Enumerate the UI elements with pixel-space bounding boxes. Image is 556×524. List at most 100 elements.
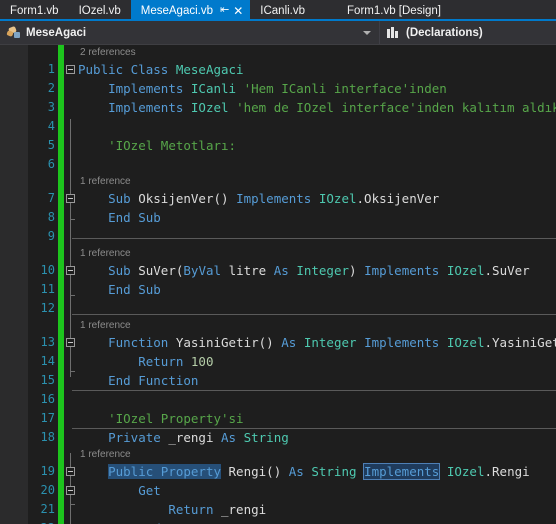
code-text: End Sub (108, 210, 161, 225)
class-dropdown-label: MeseAgaci (26, 26, 87, 39)
line-number: 11 (40, 282, 55, 296)
chevron-down-icon[interactable] (363, 30, 371, 35)
tab-form1-vb[interactable]: Form1.vb (0, 0, 69, 21)
code-text: End Get (78, 519, 191, 524)
codelens-row[interactable]: 2 references (0, 45, 556, 60)
line-number: 20 (40, 483, 55, 497)
line-number: 18 (40, 430, 55, 444)
line-number: 10 (40, 263, 55, 277)
visual-studio-editor-window: Form1.vb IOzel.vb MeseAgaci.vb ⇥ ✕ ICanl… (0, 0, 556, 524)
class-dropdown[interactable]: MeseAgaci (0, 21, 379, 44)
code-text: 'IOzel Property'si (108, 411, 244, 426)
code-text: Public Property Rengi() As String Implem… (108, 463, 530, 480)
selected-text: Public Property (108, 464, 221, 479)
code-line-row[interactable]: 13 Function YasiniGetir() As Integer Imp… (0, 333, 556, 352)
codelens-row[interactable]: 1 reference (0, 447, 556, 462)
code-line-row[interactable]: 9 (0, 227, 556, 246)
fold-toggle-icon[interactable] (66, 486, 75, 495)
code-line-row[interactable]: 14 Return 100 (0, 352, 556, 371)
code-text: Sub SuVer(ByVal litre As Integer) Implem… (108, 263, 530, 278)
code-line-row[interactable]: 22 End Get (0, 519, 556, 524)
fold-toggle-icon[interactable] (66, 65, 75, 74)
code-lines-layer: 2 references 1 Public Class MeseAgaci 2 … (0, 45, 556, 524)
code-line-row[interactable]: 6 (0, 155, 556, 174)
code-line-row[interactable]: 10 Sub SuVer(ByVal litre As Integer) Imp… (0, 261, 556, 280)
tab-label: ICanli.vb (260, 4, 306, 17)
pin-icon[interactable]: ⇥ (220, 4, 229, 16)
code-line-row[interactable]: 15 End Function (0, 371, 556, 390)
code-text: Function YasiniGetir() As Integer Implem… (108, 335, 556, 350)
fold-toggle-icon[interactable] (66, 467, 75, 476)
codelens-row[interactable]: 1 reference (0, 246, 556, 261)
code-line-row[interactable]: 20 Get (0, 481, 556, 500)
code-line-row[interactable]: 5 'IOzel Metotları: (0, 136, 556, 155)
code-text: 'IOzel Metotları: (108, 138, 237, 153)
code-text: Implements ICanli 'Hem ICanli interface'… (108, 81, 447, 96)
code-text: Implements IOzel 'hem de IOzel interface… (108, 100, 556, 115)
code-line-row[interactable]: 7 Sub OksijenVer() Implements IOzel.Oksi… (0, 189, 556, 208)
line-number: 8 (47, 210, 55, 224)
codelens-reference-count[interactable]: 1 reference (80, 246, 131, 261)
code-line-row[interactable]: 18 Private _rengi As String (0, 428, 556, 447)
line-number: 19 (40, 464, 55, 478)
line-number: 17 (40, 411, 55, 425)
code-text: Return _rengi (168, 502, 267, 517)
code-line-row[interactable]: 11 End Sub (0, 280, 556, 299)
code-text: End Function (108, 373, 199, 388)
tab-icanli-vb[interactable]: ICanli.vb (250, 0, 316, 21)
line-number: 1 (47, 62, 55, 76)
member-dropdown[interactable]: (Declarations) (380, 21, 556, 44)
code-text: Return 100 (138, 354, 214, 369)
tab-label: MeseAgaci.vb (140, 4, 213, 17)
tab-iozel-vb[interactable]: IOzel.vb (68, 0, 131, 21)
line-number: 16 (40, 392, 55, 406)
line-number: 7 (47, 191, 55, 205)
code-text: End Sub (108, 282, 161, 297)
codelens-reference-count[interactable]: 2 references (80, 45, 136, 60)
code-line-row[interactable]: 21 Return _rengi (0, 500, 556, 519)
navigation-bar: MeseAgaci (Declarations) (0, 21, 556, 45)
tab-label: IOzel.vb (78, 4, 121, 17)
line-number: 22 (0, 519, 55, 524)
code-line-row[interactable]: 8 End Sub (0, 208, 556, 227)
close-icon[interactable]: ✕ (233, 5, 243, 17)
code-text: Get (138, 483, 161, 498)
code-line-row[interactable]: 16 (0, 390, 556, 409)
codelens-reference-count[interactable]: 1 reference (80, 447, 131, 462)
tab-label: Form1.vb [Design] (347, 4, 441, 17)
line-number: 5 (47, 138, 55, 152)
code-line-row[interactable]: 1 Public Class MeseAgaci (0, 60, 556, 79)
line-number: 12 (40, 301, 55, 315)
code-line-row[interactable]: 3 Implements IOzel 'hem de IOzel interfa… (0, 98, 556, 117)
tab-meseagaci-vb[interactable]: MeseAgaci.vb ⇥ ✕ (130, 0, 251, 21)
tab-label: Form1.vb (10, 4, 59, 17)
line-number: 9 (47, 229, 55, 243)
tab-form1-vb-design[interactable]: Form1.vb [Design] (337, 0, 451, 21)
line-number: 2 (47, 81, 55, 95)
code-editor-surface[interactable]: 2 references 1 Public Class MeseAgaci 2 … (0, 45, 556, 524)
member-dropdown-label: (Declarations) (406, 26, 483, 39)
class-icon (6, 25, 20, 39)
fold-toggle-icon[interactable] (66, 338, 75, 347)
code-line-row[interactable]: 17 'IOzel Property'si (0, 409, 556, 428)
codelens-reference-count[interactable]: 1 reference (80, 318, 131, 333)
code-line-row[interactable]: 19 Public Property Rengi() As String Imp… (0, 462, 556, 481)
codelens-row[interactable]: 1 reference (0, 174, 556, 189)
codelens-row[interactable]: 1 reference (0, 318, 556, 333)
line-number: 21 (40, 502, 55, 516)
reference-highlight: Implements (363, 463, 441, 480)
code-text: Private _rengi As String (108, 430, 289, 445)
line-number: 14 (40, 354, 55, 368)
fold-toggle-icon[interactable] (66, 266, 75, 275)
line-number: 3 (47, 100, 55, 114)
code-line-row[interactable]: 2 Implements ICanli 'Hem ICanli interfac… (0, 79, 556, 98)
code-line-row[interactable]: 12 (0, 299, 556, 318)
line-number: 6 (47, 157, 55, 171)
fold-toggle-icon[interactable] (66, 194, 75, 203)
code-line-row[interactable]: 4 (0, 117, 556, 136)
codelens-reference-count[interactable]: 1 reference (80, 174, 131, 189)
